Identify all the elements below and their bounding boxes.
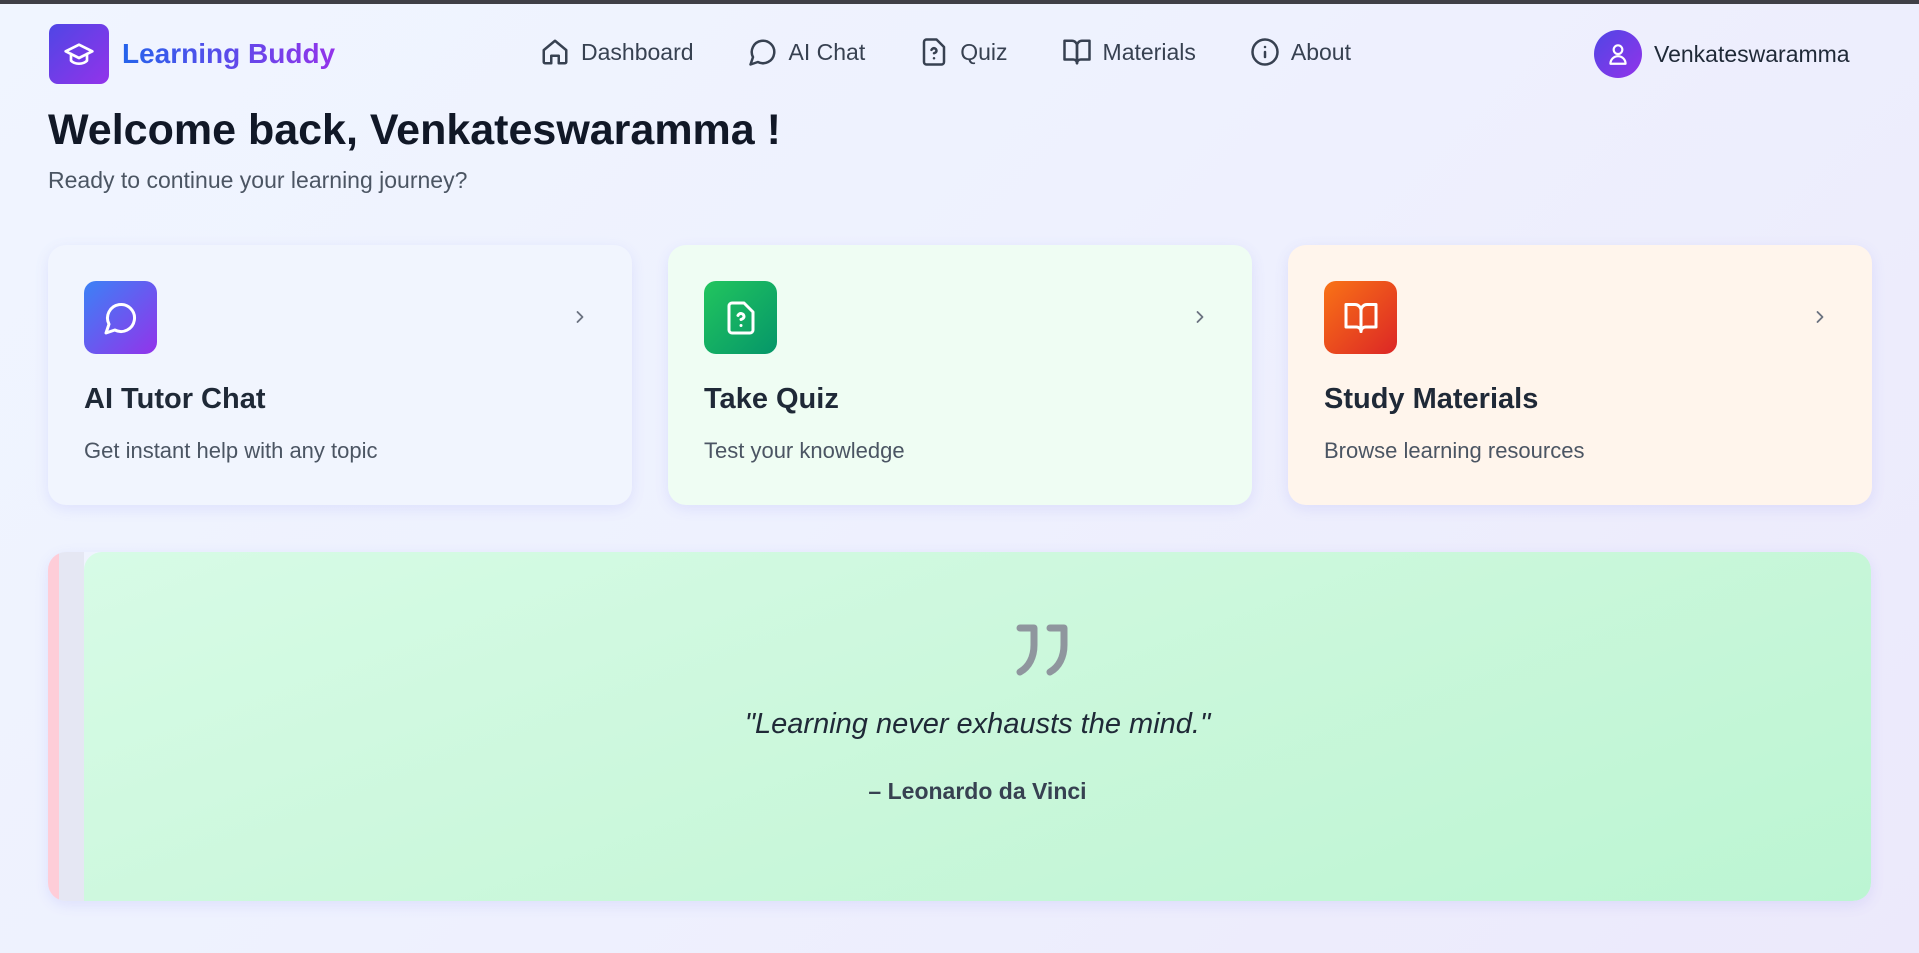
- nav-item-dashboard[interactable]: Dashboard: [540, 37, 694, 67]
- quote-carousel-peek: [48, 552, 59, 901]
- quiz-file-icon: [923, 38, 946, 66]
- card-study-materials[interactable]: Study Materials Browse learning resource…: [1288, 245, 1872, 505]
- page-title: Welcome back, Venkateswaramma !: [48, 106, 781, 154]
- book-icon: [1062, 39, 1091, 65]
- card-title: Take Quiz: [704, 383, 839, 415]
- card-description: Test your knowledge: [704, 438, 905, 463]
- quote-author: – Leonardo da Vinci: [868, 778, 1087, 804]
- nav-item-about[interactable]: About: [1250, 37, 1351, 67]
- page-subtitle: Ready to continue your learning journey?: [48, 167, 468, 193]
- home-icon: [542, 39, 568, 65]
- chevron-right-icon: [1816, 311, 1824, 323]
- nav-item-materials[interactable]: Materials: [1062, 37, 1196, 67]
- nav-label-about: About: [1290, 38, 1351, 65]
- book-icon: [1324, 281, 1397, 354]
- card-take-quiz[interactable]: Take Quiz Test your knowledge: [668, 245, 1252, 505]
- graduation-cap-icon: [49, 24, 109, 84]
- nav-label-ai-chat: AI Chat: [788, 38, 866, 65]
- card-ai-tutor-chat[interactable]: AI Tutor Chat Get instant help with any …: [48, 245, 632, 505]
- user-icon: [1594, 30, 1642, 78]
- quote-icon: [1016, 624, 1068, 676]
- quote-carousel-peek: [59, 552, 84, 901]
- quote-card: "Learning never exhausts the mind." – Le…: [84, 552, 1871, 901]
- quiz-file-icon: [704, 281, 777, 354]
- top-navbar: Learning Buddy Dashboard AI Chat Quiz Ma…: [0, 4, 1919, 104]
- card-description: Browse learning resources: [1324, 438, 1585, 463]
- app-name: Learning Buddy: [122, 38, 336, 69]
- quote-section: "Learning never exhausts the mind." – Le…: [48, 552, 1871, 901]
- chat-icon: [748, 39, 776, 66]
- quote-text: "Learning never exhausts the mind.": [744, 708, 1211, 740]
- user-menu[interactable]: Venkateswaramma: [1594, 30, 1850, 78]
- card-description: Get instant help with any topic: [84, 438, 378, 463]
- user-name: Venkateswaramma: [1654, 40, 1850, 67]
- main-nav: Dashboard AI Chat Quiz Materials About: [540, 37, 1351, 67]
- nav-label-quiz: Quiz: [960, 38, 1008, 65]
- info-icon: [1251, 38, 1279, 66]
- nav-item-quiz[interactable]: Quiz: [919, 37, 1008, 67]
- nav-label-materials: Materials: [1102, 38, 1196, 65]
- nav-item-ai-chat[interactable]: AI Chat: [748, 37, 866, 67]
- card-title: Study Materials: [1324, 383, 1539, 415]
- brand-link[interactable]: Learning Buddy: [49, 24, 335, 84]
- chevron-right-icon: [1196, 311, 1204, 323]
- chevron-right-icon: [576, 311, 584, 323]
- card-title: AI Tutor Chat: [84, 383, 266, 415]
- nav-label-dashboard: Dashboard: [581, 38, 694, 65]
- chat-icon: [84, 281, 157, 354]
